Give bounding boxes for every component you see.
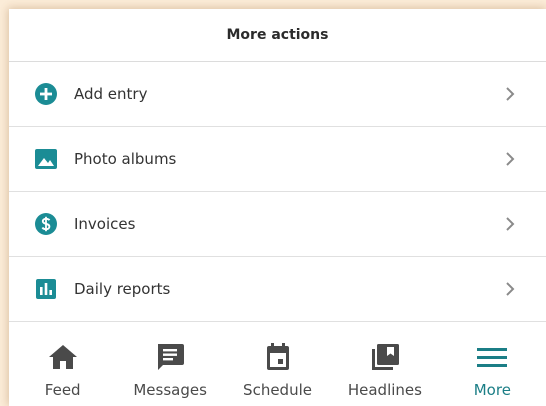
- tab-label: More: [473, 381, 511, 399]
- message-icon: [154, 343, 186, 371]
- tab-schedule[interactable]: Schedule: [224, 321, 331, 406]
- sheet-title: More actions: [226, 27, 329, 43]
- action-label: Invoices: [74, 215, 136, 233]
- chevron-right-icon: [503, 216, 517, 232]
- tab-label: Headlines: [347, 381, 422, 399]
- library-icon: [369, 343, 401, 371]
- bottom-tab-bar: Feed Messages Schedule Headlines More: [9, 321, 546, 406]
- home-icon: [47, 343, 79, 371]
- action-invoices[interactable]: Invoices: [9, 192, 546, 257]
- dollar-circle-icon: [35, 213, 57, 235]
- tab-label: Schedule: [243, 381, 312, 399]
- tab-more[interactable]: More: [439, 321, 546, 406]
- more-actions-sheet: More actions Add entry Photo albums Invo…: [9, 9, 546, 406]
- chevron-right-icon: [503, 151, 517, 167]
- menu-icon: [476, 343, 508, 371]
- action-photo-albums[interactable]: Photo albums: [9, 127, 546, 192]
- tab-feed[interactable]: Feed: [9, 321, 116, 406]
- calendar-icon: [262, 343, 294, 371]
- chevron-right-icon: [503, 281, 517, 297]
- tab-headlines[interactable]: Headlines: [331, 321, 438, 406]
- action-daily-reports[interactable]: Daily reports: [9, 257, 546, 322]
- photo-icon: [35, 148, 57, 170]
- tab-label: Feed: [44, 381, 81, 399]
- action-label: Daily reports: [74, 280, 171, 298]
- tab-messages[interactable]: Messages: [116, 321, 223, 406]
- add-circle-icon: [35, 83, 57, 105]
- chevron-right-icon: [503, 86, 517, 102]
- bar-chart-icon: [35, 278, 57, 300]
- action-label: Photo albums: [74, 150, 177, 168]
- sheet-header: More actions: [9, 9, 546, 62]
- action-label: Add entry: [74, 85, 148, 103]
- tab-label: Messages: [133, 381, 207, 399]
- action-add-entry[interactable]: Add entry: [9, 62, 546, 127]
